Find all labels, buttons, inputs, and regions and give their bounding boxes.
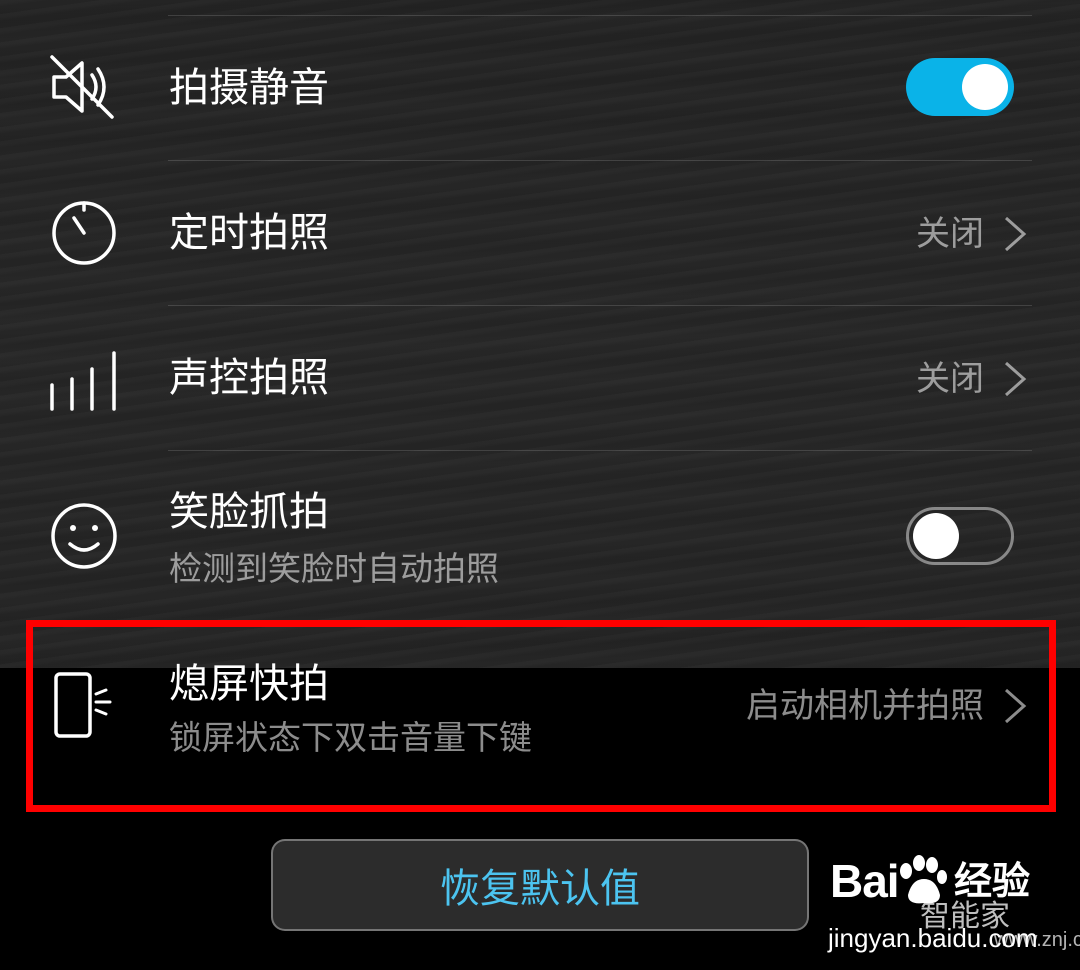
setting-row-smile-capture[interactable]: 笑脸抓拍 检测到笑脸时自动拍照	[0, 450, 1080, 610]
setting-title: 笑脸抓拍	[169, 489, 329, 535]
setting-value: 启动相机并拍照	[746, 686, 984, 726]
speaker-muted-icon	[48, 51, 120, 123]
setting-subtitle: 检测到笑脸时自动拍照	[169, 549, 499, 588]
baidu-jingyan-watermark: Bai du 经验 智能家 jingyan.baidu.com www.znj.…	[828, 853, 1080, 968]
watermark-url-secondary: www.znj.com	[994, 929, 1080, 951]
toggle-knob	[962, 64, 1008, 110]
setting-value: 关闭	[916, 214, 984, 254]
audio-bars-icon	[48, 345, 120, 417]
setting-row-ultra-snapshot[interactable]: 熄屏快拍 锁屏状态下双击音量下键 启动相机并拍照	[0, 640, 1080, 800]
chevron-right-icon	[1002, 359, 1028, 399]
phone-volume-key-icon	[48, 668, 120, 740]
camera-settings-screen: 拍摄静音 定时拍照 关闭 声控拍照 关闭 笑脸抓拍 检测到笑脸时自动拍照 熄屏快…	[0, 0, 1080, 970]
setting-row-voice-control[interactable]: 声控拍照 关闭	[0, 305, 1080, 450]
toggle-knob	[913, 513, 959, 559]
chevron-right-icon	[1002, 686, 1028, 726]
timer-icon	[48, 196, 120, 268]
smile-capture-toggle[interactable]	[906, 507, 1014, 565]
setting-value: 关闭	[916, 359, 984, 399]
setting-title: 声控拍照	[169, 355, 329, 401]
restore-defaults-button[interactable]: 恢复默认值	[271, 839, 809, 931]
watermark-brand-left: Bai	[830, 855, 900, 907]
setting-title: 定时拍照	[169, 210, 329, 256]
setting-subtitle: 锁屏状态下双击音量下键	[169, 718, 532, 757]
silent-shooting-toggle[interactable]	[906, 58, 1014, 116]
chevron-right-icon	[1002, 214, 1028, 254]
setting-row-silent-shooting[interactable]: 拍摄静音	[0, 15, 1080, 160]
setting-row-timer[interactable]: 定时拍照 关闭	[0, 160, 1080, 305]
setting-title: 拍摄静音	[169, 65, 329, 111]
smiley-face-icon	[48, 500, 120, 572]
setting-title: 熄屏快拍	[169, 661, 329, 707]
